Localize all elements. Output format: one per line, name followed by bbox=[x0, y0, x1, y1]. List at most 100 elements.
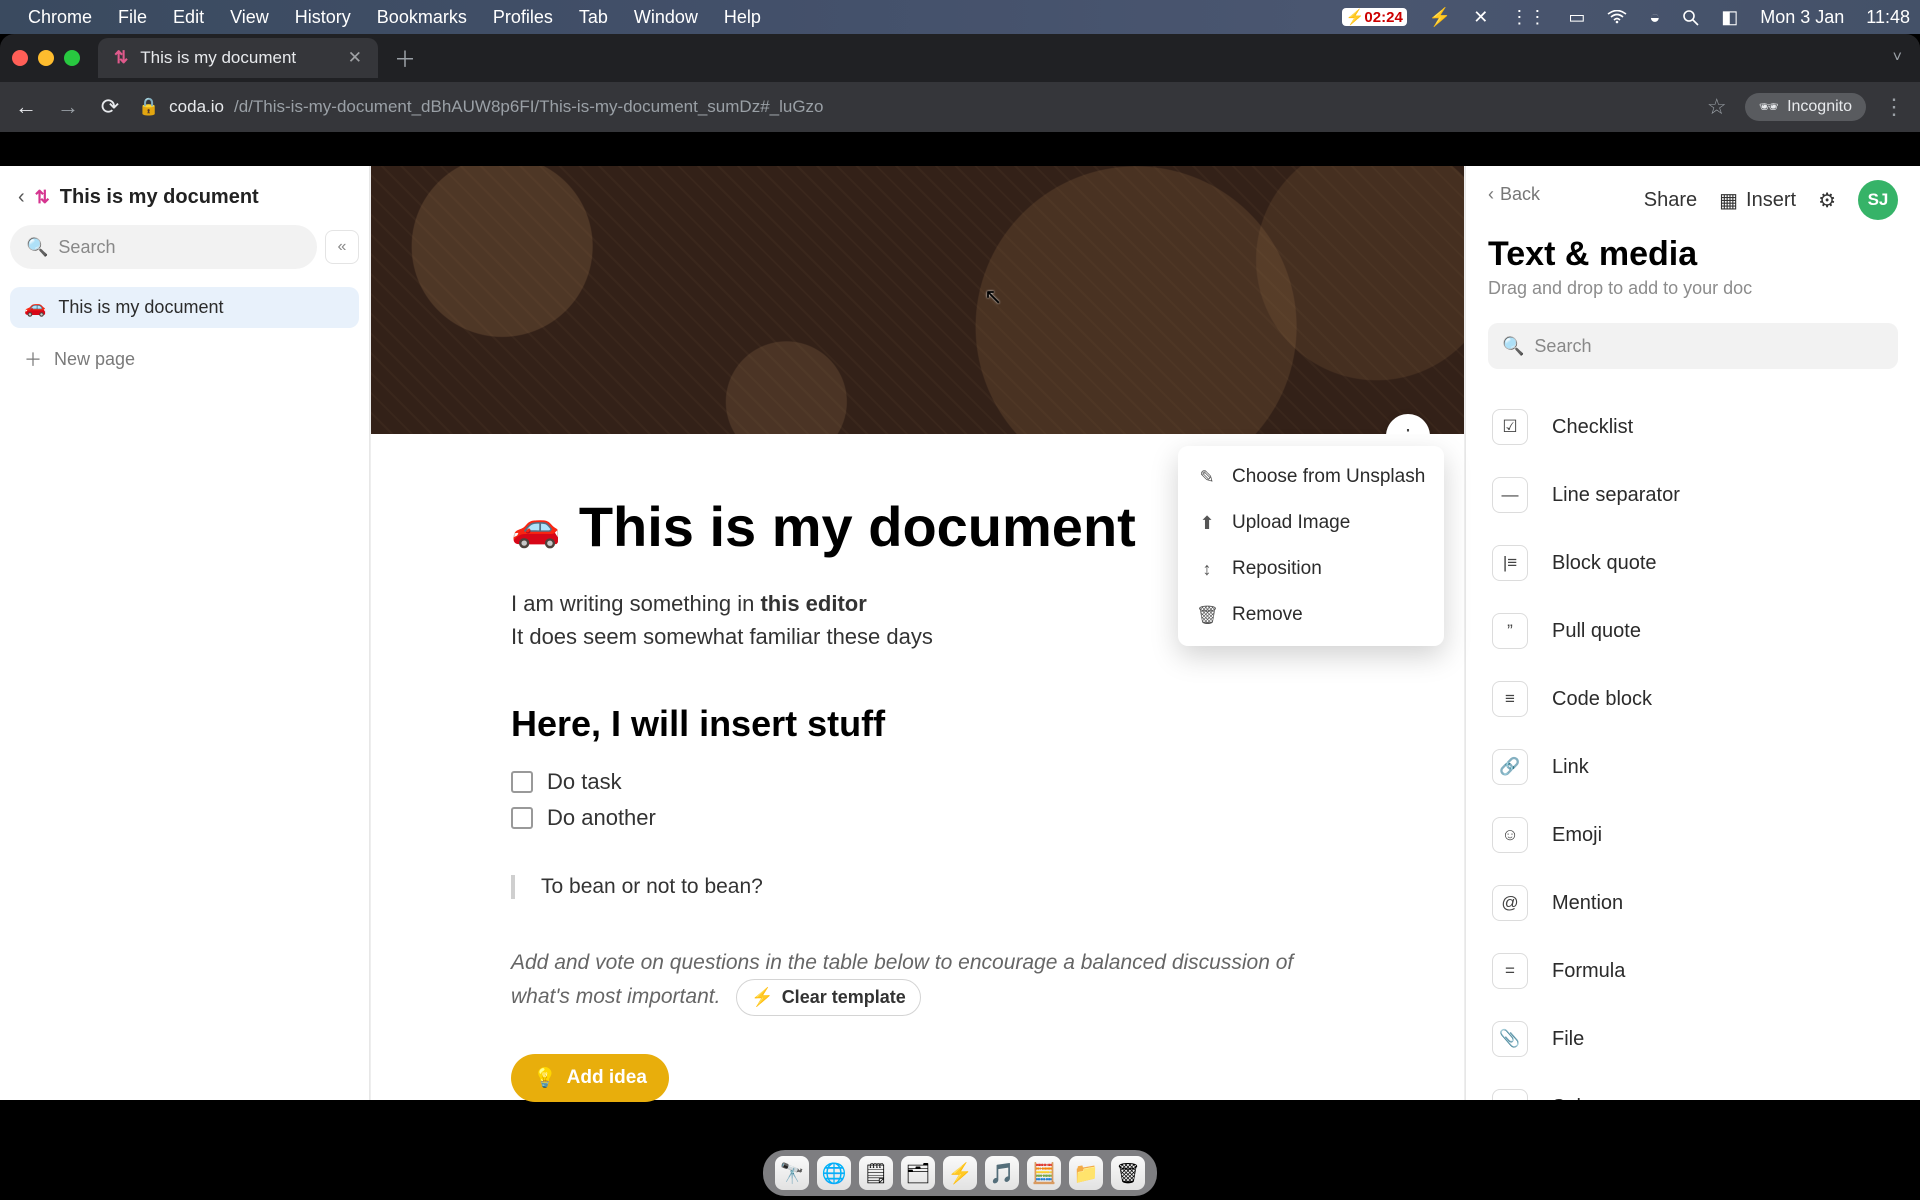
status-battery[interactable]: ⚡02:24 bbox=[1342, 8, 1407, 26]
panel-item-label: Block quote bbox=[1552, 552, 1657, 575]
cover-menu-item-reposition[interactable]: ↕ Reposition bbox=[1178, 546, 1444, 592]
left-sidebar: ‹ ⇅ This is my document 🔍 Search « 🚗 Thi… bbox=[0, 166, 370, 1100]
cover-menu-item-unsplash[interactable]: ✎ Choose from Unsplash bbox=[1178, 454, 1444, 500]
dock-app-calc[interactable]: 🧮 bbox=[1027, 1156, 1061, 1190]
sidebar-doc-title[interactable]: This is my document bbox=[60, 186, 259, 209]
panel-item-label: Emoji bbox=[1552, 824, 1602, 847]
dock-app-folder[interactable]: 📁 bbox=[1069, 1156, 1103, 1190]
panel-item-subpage[interactable]: ▣Subpage bbox=[1488, 1073, 1898, 1100]
minimize-window-button[interactable] bbox=[38, 50, 54, 66]
browser-tab[interactable]: ⇅ This is my document ✕ bbox=[98, 38, 378, 78]
user-avatar[interactable]: SJ bbox=[1858, 180, 1898, 220]
panel-item-line-separator[interactable]: —Line separator bbox=[1488, 461, 1898, 529]
menu-view[interactable]: View bbox=[230, 7, 269, 28]
cover-options-button[interactable]: ⋮ bbox=[1386, 414, 1430, 434]
dock-app-trash[interactable]: 🗑 bbox=[1111, 1156, 1145, 1190]
status-dots-icon[interactable]: ⋮⋮ bbox=[1510, 7, 1546, 28]
heading-2[interactable]: Here, I will insert stuff bbox=[511, 703, 1324, 745]
checklist-item[interactable]: Do another bbox=[511, 805, 1324, 831]
panel-item-pull-quote[interactable]: ”Pull quote bbox=[1488, 597, 1898, 665]
block-quote[interactable]: To bean or not to bean? bbox=[511, 875, 1324, 899]
tab-list-chevron-icon[interactable]: ˅ bbox=[1893, 49, 1920, 67]
dock-app-terminal[interactable]: ⚡ bbox=[943, 1156, 977, 1190]
cover-menu-item-remove[interactable]: 🗑 Remove bbox=[1178, 592, 1444, 638]
panel-item-block-quote[interactable]: |≡Block quote bbox=[1488, 529, 1898, 597]
menu-file[interactable]: File bbox=[118, 7, 147, 28]
address-bar: ← → ⟳ 🔒 coda.io/d/This-is-my-document_dB… bbox=[0, 82, 1920, 132]
menu-profiles[interactable]: Profiles bbox=[493, 7, 553, 28]
status-battery-icon[interactable]: ▭ bbox=[1568, 7, 1585, 28]
nav-reload-button[interactable]: ⟳ bbox=[96, 94, 124, 120]
omnibox[interactable]: 🔒 coda.io/d/This-is-my-document_dBhAUW8p… bbox=[138, 97, 1689, 117]
menu-edit[interactable]: Edit bbox=[173, 7, 204, 28]
panel-item-label: Code block bbox=[1552, 688, 1652, 711]
formula-icon: = bbox=[1492, 953, 1528, 989]
checklist-label: Do task bbox=[547, 769, 622, 795]
sidebar-new-page-button[interactable]: ＋ New page bbox=[10, 334, 359, 384]
menu-app-name[interactable]: Chrome bbox=[28, 7, 92, 28]
sidebar-collapse-button[interactable]: « bbox=[325, 230, 359, 264]
nav-back-button[interactable]: ← bbox=[12, 94, 40, 120]
dock-app-files[interactable]: 🗂 bbox=[901, 1156, 935, 1190]
status-bolt-icon[interactable]: ⚡ bbox=[1429, 7, 1451, 28]
close-window-button[interactable] bbox=[12, 50, 28, 66]
doc-emoji-icon[interactable]: 🚗 bbox=[511, 503, 561, 550]
tab-close-button[interactable]: ✕ bbox=[348, 48, 362, 68]
gear-icon: ⚙ bbox=[1818, 188, 1836, 213]
panel-item-file[interactable]: 📎File bbox=[1488, 1005, 1898, 1073]
checkbox[interactable] bbox=[511, 771, 533, 793]
menu-tab[interactable]: Tab bbox=[579, 7, 608, 28]
status-tool-icon[interactable]: ✕ bbox=[1473, 7, 1488, 28]
status-control-center-icon[interactable]: ◒ bbox=[1649, 7, 1660, 28]
panel-item-checklist[interactable]: ☑Checklist bbox=[1488, 393, 1898, 461]
share-button[interactable]: Share bbox=[1644, 189, 1697, 212]
panel-item-code-block[interactable]: ≡Code block bbox=[1488, 665, 1898, 733]
sidebar-search-input[interactable]: 🔍 Search bbox=[10, 225, 317, 269]
panel-item-formula[interactable]: =Formula bbox=[1488, 937, 1898, 1005]
pullquote-icon: ” bbox=[1492, 613, 1528, 649]
settings-button[interactable]: ⚙ bbox=[1818, 188, 1836, 213]
url-host: coda.io bbox=[169, 97, 224, 117]
dock-app-notes[interactable]: 🗒 bbox=[859, 1156, 893, 1190]
new-tab-button[interactable]: ＋ bbox=[378, 42, 432, 74]
sidebar-page-item[interactable]: 🚗 This is my document bbox=[10, 287, 359, 328]
grid-icon: ▦ bbox=[1719, 188, 1738, 213]
menu-help[interactable]: Help bbox=[724, 7, 761, 28]
status-siri-icon[interactable]: ◧ bbox=[1721, 7, 1738, 28]
clear-template-button[interactable]: ⚡ Clear template bbox=[736, 979, 920, 1016]
sidebar-back-button[interactable]: ‹ bbox=[18, 186, 25, 209]
mouse-cursor-icon: ↖ bbox=[984, 284, 1002, 310]
link-icon: 🔗 bbox=[1492, 749, 1528, 785]
insert-button[interactable]: ▦ Insert bbox=[1719, 188, 1796, 213]
cover-menu-item-upload[interactable]: ⬆ Upload Image bbox=[1178, 500, 1444, 546]
dock-app-chrome[interactable]: 🌐 bbox=[817, 1156, 851, 1190]
incognito-indicator[interactable]: 🕶 Incognito bbox=[1745, 93, 1866, 121]
nav-forward-button[interactable]: → bbox=[54, 94, 82, 120]
bookmark-star-button[interactable]: ☆ bbox=[1703, 94, 1731, 120]
panel-search-input[interactable]: 🔍 Search bbox=[1488, 323, 1898, 369]
page-emoji-icon: 🚗 bbox=[24, 297, 46, 318]
status-time[interactable]: 11:48 bbox=[1866, 7, 1910, 28]
checklist-item[interactable]: Do task bbox=[511, 769, 1324, 795]
panel-item-mention[interactable]: @Mention bbox=[1488, 869, 1898, 937]
checkbox[interactable] bbox=[511, 807, 533, 829]
panel-item-link[interactable]: 🔗Link bbox=[1488, 733, 1898, 801]
dock-app-music[interactable]: 🎵 bbox=[985, 1156, 1019, 1190]
panel-item-label: Mention bbox=[1552, 892, 1623, 915]
status-date[interactable]: Mon 3 Jan bbox=[1760, 7, 1844, 28]
dock-app-finder[interactable]: 🔭 bbox=[775, 1156, 809, 1190]
maximize-window-button[interactable] bbox=[64, 50, 80, 66]
chrome-menu-button[interactable]: ⋮ bbox=[1880, 94, 1908, 120]
status-spotlight-icon[interactable] bbox=[1682, 9, 1699, 26]
new-page-label: New page bbox=[54, 349, 135, 370]
doc-title[interactable]: This is my document bbox=[579, 494, 1136, 559]
menu-history[interactable]: History bbox=[295, 7, 351, 28]
canvas-wrap: ↖ ⋮ ✎ Choose from Unsplash ⬆ Upload Imag… bbox=[370, 166, 1465, 1100]
panel-search-placeholder: Search bbox=[1534, 336, 1591, 357]
menu-window[interactable]: Window bbox=[634, 7, 698, 28]
status-wifi-icon[interactable] bbox=[1607, 10, 1627, 24]
menu-bookmarks[interactable]: Bookmarks bbox=[377, 7, 467, 28]
panel-item-emoji[interactable]: ☺Emoji bbox=[1488, 801, 1898, 869]
cover-image[interactable]: ↖ ⋮ bbox=[371, 166, 1464, 434]
add-idea-button[interactable]: 💡 Add idea bbox=[511, 1054, 669, 1102]
